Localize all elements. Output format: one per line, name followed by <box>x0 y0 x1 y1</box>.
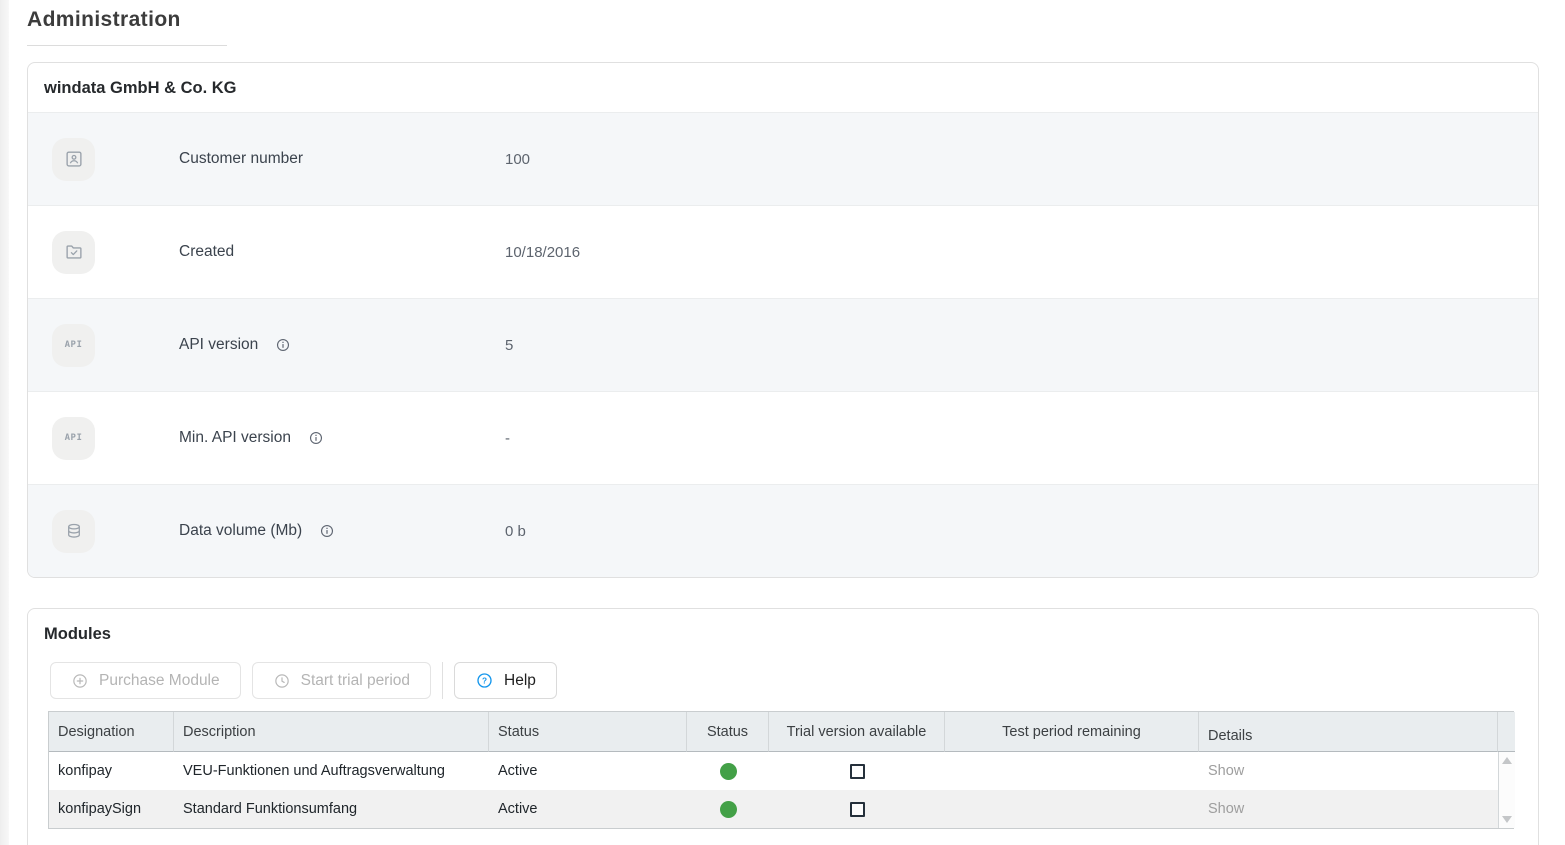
cell-description: Standard Funktionsumfang <box>174 790 489 828</box>
cell-designation: konfipaySign <box>49 790 174 828</box>
cell-status-text: Active <box>489 752 687 790</box>
folder-check-icon <box>52 231 95 274</box>
plus-circle-icon <box>71 672 89 690</box>
col-header-description: Description <box>174 712 489 752</box>
info-row-created: Created 10/18/2016 <box>28 205 1538 298</box>
info-row-customer-number: Customer number 100 <box>28 112 1538 205</box>
row-value: 10/18/2016 <box>505 244 580 261</box>
col-header-details: Details <box>1199 712 1498 752</box>
info-row-api-version: API API version 5 <box>28 298 1538 391</box>
row-label: Data volume (Mb) <box>179 522 302 540</box>
row-label: Created <box>179 243 234 261</box>
api-badge-icon: API <box>52 324 95 367</box>
row-value: 100 <box>505 151 530 168</box>
cell-test-period <box>945 752 1199 790</box>
contact-card-icon <box>52 138 95 181</box>
row-value: - <box>505 430 510 447</box>
scroll-down-arrow-icon[interactable] <box>1502 816 1512 823</box>
database-icon <box>52 510 95 553</box>
cell-details: Show <box>1199 752 1498 790</box>
row-value: 0 b <box>505 523 526 540</box>
col-header-trial-version: Trial version available <box>769 712 945 752</box>
cell-designation: konfipay <box>49 752 174 790</box>
table-vertical-scrollbar[interactable] <box>1498 752 1515 828</box>
viewport-edge-strip <box>0 0 9 845</box>
clock-icon <box>273 672 291 690</box>
cell-status-text: Active <box>489 790 687 828</box>
show-details-link[interactable]: Show <box>1208 801 1244 817</box>
purchase-module-button[interactable]: Purchase Module <box>50 662 241 699</box>
trial-available-checkbox[interactable] <box>850 764 865 779</box>
page-title-underline <box>27 45 227 46</box>
col-header-status-text: Status <box>489 712 687 752</box>
start-trial-period-button[interactable]: Start trial period <box>252 662 431 699</box>
cell-description: VEU-Funktionen und Auftragsverwaltung <box>174 752 489 790</box>
cell-status-dot <box>687 752 769 790</box>
info-circle-icon[interactable] <box>319 523 335 539</box>
company-card-title: windata GmbH & Co. KG <box>28 63 1538 112</box>
info-circle-icon[interactable] <box>275 337 291 353</box>
col-header-designation: Designation <box>49 712 174 752</box>
page-title: Administration <box>27 8 1539 32</box>
cell-trial-available <box>769 790 945 828</box>
cell-trial-available <box>769 752 945 790</box>
col-header-status-dot: Status <box>687 712 769 752</box>
modules-toolbar: Purchase Module Start trial period ? <box>50 662 1538 699</box>
info-row-data-volume: Data volume (Mb) 0 b <box>28 484 1538 577</box>
row-label: Min. API version <box>179 429 291 447</box>
show-details-link[interactable]: Show <box>1208 763 1244 779</box>
company-card: windata GmbH & Co. KG Customer number 10… <box>27 62 1539 578</box>
scroll-up-arrow-icon[interactable] <box>1502 757 1512 764</box>
help-button[interactable]: ? Help <box>454 662 557 699</box>
toolbar-separator <box>442 662 443 699</box>
cell-test-period <box>945 790 1199 828</box>
admin-page: Administration windata GmbH & Co. KG Cus… <box>0 0 1565 845</box>
modules-table: Designation Description Status Status Tr… <box>48 711 1514 829</box>
cell-status-dot <box>687 790 769 828</box>
trial-available-checkbox[interactable] <box>850 802 865 817</box>
info-row-min-api-version: API Min. API version - <box>28 391 1538 484</box>
modules-card: Modules Purchase Module S <box>27 608 1539 845</box>
row-label: Customer number <box>179 150 303 168</box>
modules-card-title: Modules <box>28 609 1538 658</box>
status-active-dot-icon <box>720 801 737 818</box>
info-circle-icon[interactable] <box>308 430 324 446</box>
col-header-test-period: Test period remaining <box>945 712 1199 752</box>
col-header-scroll-spacer <box>1498 712 1515 752</box>
row-value: 5 <box>505 337 513 354</box>
question-circle-icon: ? <box>475 671 494 690</box>
api-badge-icon: API <box>52 417 95 460</box>
cell-details: Show <box>1199 790 1498 828</box>
row-label: API version <box>179 336 258 354</box>
svg-text:?: ? <box>482 675 487 685</box>
status-active-dot-icon <box>720 763 737 780</box>
